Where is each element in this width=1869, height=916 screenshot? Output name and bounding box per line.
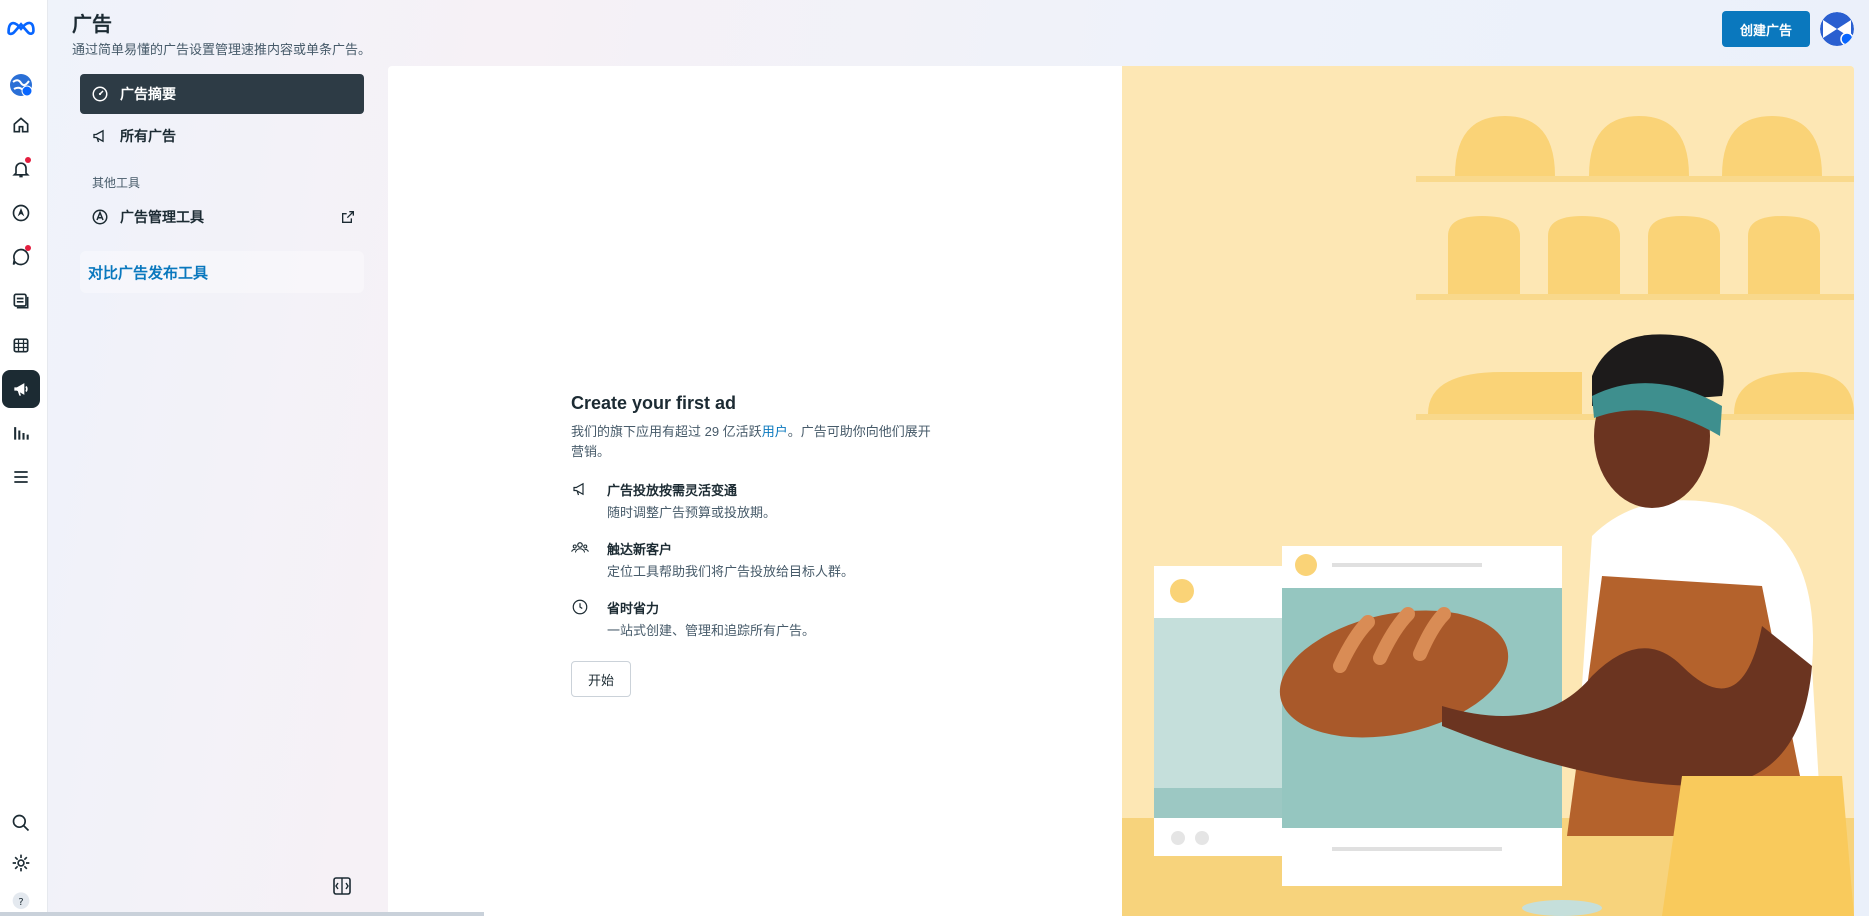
compare-ad-tools-link[interactable]: 对比广告发布工具 — [80, 251, 364, 293]
start-button[interactable]: 开始 — [571, 661, 631, 697]
profile-globe-icon[interactable] — [2, 66, 40, 104]
bell-icon[interactable] — [2, 150, 40, 188]
empty-state-description: 我们的旗下应用有超过 29 亿活跃用户。广告可助你向他们展开营销。 — [571, 424, 931, 459]
home-icon[interactable] — [2, 106, 40, 144]
menu-icon[interactable] — [2, 458, 40, 496]
megaphone-icon — [571, 480, 591, 500]
create-ad-button[interactable]: 创建广告 — [1722, 11, 1810, 47]
nav-item-label: 广告管理工具 — [120, 209, 204, 225]
calendar-icon[interactable] — [2, 326, 40, 364]
gear-icon[interactable] — [2, 844, 40, 882]
feature-item: 触达新客户 定位工具帮助我们将广告投放给目标人群。 — [571, 539, 951, 580]
insights-icon[interactable] — [2, 414, 40, 452]
chat-icon[interactable] — [2, 238, 40, 276]
side-nav: 广告摘要 所有广告 其他工具 广告管理工具 对比广告发布工具 — [80, 74, 364, 293]
compass-icon[interactable] — [2, 194, 40, 232]
users-link[interactable]: 用户 — [762, 424, 788, 439]
megaphone-icon — [90, 126, 110, 146]
left-rail: ? — [0, 0, 48, 916]
external-link-icon — [340, 209, 356, 225]
feature-item: 广告投放按需灵活变通 随时调整广告预算或投放期。 — [571, 480, 951, 521]
pages-icon[interactable] — [2, 282, 40, 320]
horizontal-scrollbar[interactable] — [0, 912, 484, 916]
avatar[interactable] — [1820, 12, 1854, 46]
clock-icon — [571, 598, 591, 618]
help-icon[interactable]: ? — [2, 884, 40, 914]
dashboard-icon — [90, 84, 110, 104]
page-header: 广告 通过简单易懂的广告设置管理速推内容或单条广告。 — [72, 8, 371, 58]
nav-item-ads-overview[interactable]: 广告摘要 — [80, 74, 364, 114]
nav-item-label: 所有广告 — [120, 128, 176, 144]
search-icon[interactable] — [2, 804, 40, 842]
svg-text:?: ? — [18, 897, 23, 908]
empty-state-content: Create your first ad 我们的旗下应用有超过 29 亿活跃用户… — [571, 393, 951, 697]
feature-item: 省时省力 一站式创建、管理和追踪所有广告。 — [571, 598, 951, 639]
meta-logo-icon[interactable] — [2, 8, 40, 46]
page-title: 广告 — [72, 14, 112, 36]
section-label-other-tools: 其他工具 — [92, 176, 141, 190]
people-icon — [571, 539, 591, 559]
nav-item-label: 广告摘要 — [120, 86, 176, 102]
nav-item-all-ads[interactable]: 所有广告 — [80, 116, 364, 156]
collapse-sidebar-icon[interactable] — [332, 876, 352, 896]
empty-state-title: Create your first ad — [571, 393, 737, 413]
main-card: Create your first ad 我们的旗下应用有超过 29 亿活跃用户… — [388, 66, 1854, 916]
megaphone-icon[interactable] — [2, 370, 40, 408]
ads-manager-icon — [90, 207, 110, 227]
baker-illustration — [1122, 66, 1854, 916]
page-subtitle: 通过简单易懂的广告设置管理速推内容或单条广告。 — [72, 42, 372, 57]
nav-item-ads-manager[interactable]: 广告管理工具 — [80, 197, 364, 237]
